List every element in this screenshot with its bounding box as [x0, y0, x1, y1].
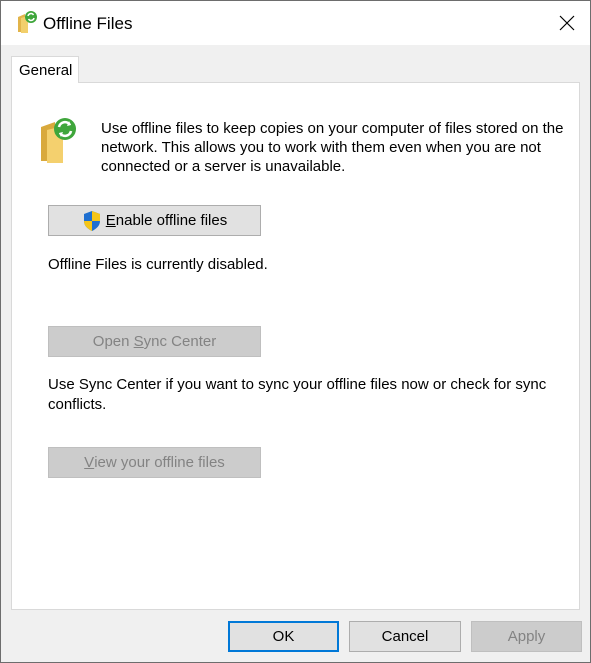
offline-files-status: Offline Files is currently disabled. — [48, 256, 268, 273]
ok-button[interactable]: OK — [228, 621, 339, 652]
sync-button-label-prefix: Open — [92, 333, 134, 350]
uac-shield-icon — [83, 210, 100, 231]
enable-offline-files-button[interactable]: Enable offline files — [48, 205, 261, 236]
offline-files-icon — [41, 118, 76, 163]
sync-button-accelerator: S — [133, 333, 144, 350]
sync-button-label: ync Center — [143, 333, 217, 350]
offline-files-icon — [18, 11, 37, 33]
view-button-label: iew your offline files — [94, 454, 225, 471]
close-button[interactable] — [544, 1, 590, 45]
open-sync-center-button[interactable]: Open Sync Center — [48, 326, 261, 357]
apply-button[interactable]: Apply — [471, 621, 582, 652]
view-button-accelerator: V — [84, 454, 95, 471]
title-bar: Offline Files — [1, 1, 590, 45]
offline-files-dialog: Offline Files General Use offline files … — [0, 0, 591, 663]
enable-button-label: nable offline files — [115, 212, 228, 229]
view-offline-files-button[interactable]: View your offline files — [48, 447, 261, 478]
cancel-button[interactable]: Cancel — [349, 621, 461, 652]
tab-general-label: General — [19, 62, 73, 79]
general-tab-panel: Use offline files to keep copies on your… — [11, 82, 580, 610]
sync-center-description: Use Sync Center if you want to sync your… — [48, 376, 547, 413]
tab-general[interactable]: General — [11, 56, 79, 83]
enable-button-accelerator: E — [105, 212, 116, 229]
intro-description: Use offline files to keep copies on your… — [101, 120, 564, 175]
window-title: Offline Files — [43, 14, 133, 33]
close-icon — [559, 15, 575, 31]
